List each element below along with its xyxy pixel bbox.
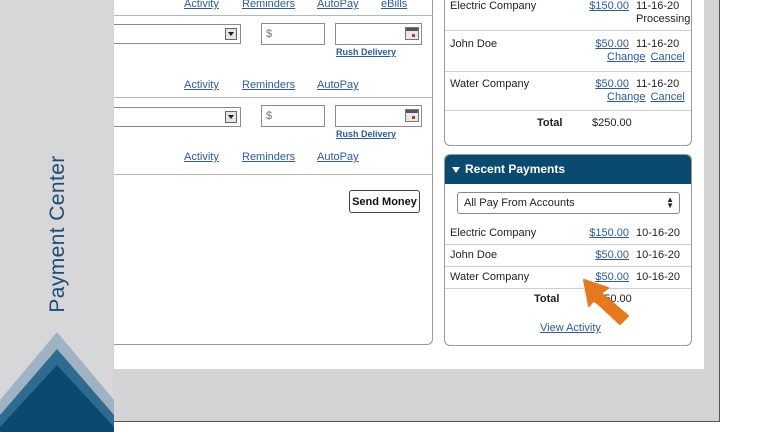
payment-amount-link[interactable]: $150.00 bbox=[589, 227, 629, 239]
payment-date: 11-16-20 bbox=[636, 38, 680, 50]
recent-payments-header[interactable]: Recent Payments bbox=[445, 155, 691, 184]
reminders-link[interactable]: Reminders bbox=[242, 0, 295, 10]
autopay-link[interactable]: AutoPay bbox=[317, 151, 359, 163]
date-input[interactable] bbox=[335, 23, 422, 45]
pay-bills-panel: Activity Reminders AutoPay eBills Rush D… bbox=[114, 0, 433, 345]
payee-name: John Doe bbox=[450, 249, 498, 261]
row-divider bbox=[445, 30, 691, 31]
payment-date: 10-16-20 bbox=[636, 249, 681, 261]
change-link[interactable]: Change bbox=[607, 51, 646, 63]
row-divider bbox=[445, 71, 691, 72]
payee-name: Water Company bbox=[450, 78, 530, 90]
payee-name: Water Company bbox=[450, 271, 530, 283]
recent-payments-title: Recent Payments bbox=[465, 162, 566, 176]
payee-select[interactable] bbox=[114, 24, 241, 44]
payment-amount-link[interactable]: $150.00 bbox=[589, 0, 629, 12]
account-filter-value: All Pay From Accounts bbox=[464, 197, 575, 209]
payment-date: 10-16-20 bbox=[636, 227, 681, 239]
dropdown-arrow-icon bbox=[225, 111, 237, 123]
change-link[interactable]: Change bbox=[607, 91, 646, 103]
calendar-icon[interactable] bbox=[405, 27, 419, 40]
reminders-link[interactable]: Reminders bbox=[242, 79, 295, 91]
total-value: $250.00 bbox=[592, 117, 632, 129]
pending-payments-panel: Electric Company $150.00 11-16-20 Proces… bbox=[444, 0, 692, 146]
chevron-logo-icon bbox=[0, 332, 114, 432]
payment-amount-link[interactable]: $50.00 bbox=[595, 78, 629, 90]
total-label: Total bbox=[534, 293, 560, 305]
cancel-link[interactable]: Cancel bbox=[651, 51, 685, 63]
autopay-link[interactable]: AutoPay bbox=[317, 79, 359, 91]
brand-strip: Payment Center bbox=[0, 0, 114, 432]
cancel-link[interactable]: Cancel bbox=[651, 91, 685, 103]
send-money-button[interactable]: Send Money bbox=[349, 190, 420, 213]
date-input[interactable] bbox=[335, 105, 422, 127]
payment-amount-link[interactable]: $50.00 bbox=[595, 249, 629, 261]
calendar-icon[interactable] bbox=[405, 109, 419, 122]
payment-status: Processing bbox=[636, 13, 691, 25]
row-divider bbox=[445, 266, 691, 267]
payee-name: John Doe bbox=[450, 38, 498, 50]
brand-title: Payment Center bbox=[46, 155, 69, 313]
rush-delivery-link[interactable]: Rush Delivery bbox=[336, 129, 396, 139]
divider bbox=[114, 97, 433, 98]
payee-name: Electric Company bbox=[450, 0, 537, 12]
autopay-link[interactable]: AutoPay bbox=[317, 0, 359, 10]
amount-input[interactable] bbox=[261, 105, 325, 127]
payment-amount-link[interactable]: $50.00 bbox=[595, 38, 629, 50]
total-label: Total bbox=[537, 117, 563, 129]
row-divider bbox=[445, 244, 691, 245]
row-divider bbox=[445, 110, 691, 111]
recent-payments-panel: Recent Payments All Pay From Accounts ▲ ▼… bbox=[444, 154, 692, 346]
payee-select[interactable] bbox=[114, 107, 241, 127]
collapse-triangle-icon[interactable] bbox=[452, 167, 460, 173]
activity-link[interactable]: Activity bbox=[184, 79, 219, 91]
divider bbox=[114, 15, 433, 16]
payment-date: 11-16-20 bbox=[636, 0, 680, 12]
rush-delivery-link[interactable]: Rush Delivery bbox=[336, 47, 396, 57]
activity-link[interactable]: Activity bbox=[184, 0, 219, 10]
pointer-arrow-icon bbox=[583, 279, 629, 325]
payment-date: 11-16-20 bbox=[636, 78, 680, 90]
activity-link[interactable]: Activity bbox=[184, 151, 219, 163]
reminders-link[interactable]: Reminders bbox=[242, 151, 295, 163]
pay-from-account-select[interactable]: All Pay From Accounts ▲ ▼ bbox=[457, 192, 680, 214]
ebills-link[interactable]: eBills bbox=[381, 0, 407, 10]
row-divider bbox=[445, 288, 691, 289]
dropdown-arrow-icon bbox=[225, 28, 237, 40]
payment-date: 10-16-20 bbox=[636, 271, 681, 283]
divider bbox=[114, 174, 433, 175]
payee-name: Electric Company bbox=[450, 227, 537, 239]
amount-input[interactable] bbox=[261, 23, 325, 45]
updown-arrow-icon: ▲ ▼ bbox=[666, 195, 674, 210]
